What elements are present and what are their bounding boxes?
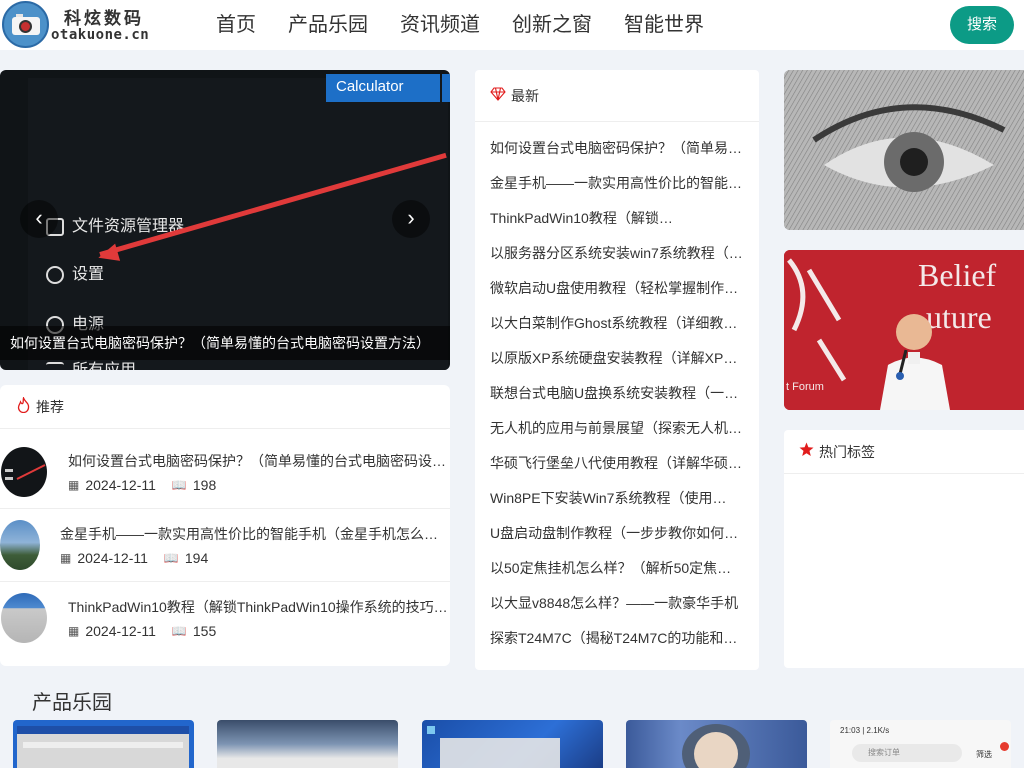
latest-list: 如何设置台式电脑密码保护？（简单易懂的台式电脑密码设置方法） 金星手机——一款实… [475, 122, 759, 656]
nav-products[interactable]: 产品乐园 [288, 12, 368, 38]
book-icon: 📖 [163, 551, 179, 565]
banknote-eye-image[interactable] [784, 70, 1024, 230]
list-item[interactable]: Win8PE下安装Win7系统教程（使用… [490, 481, 743, 516]
chevron-right-icon[interactable]: › [392, 200, 430, 238]
article-date: 2024-12-11 [85, 477, 156, 493]
book-icon: 📖 [171, 624, 187, 638]
list-item[interactable]: 以原版XP系统硬盘安装教程（详解XP系统） [490, 341, 743, 376]
svg-text:uture: uture [926, 299, 992, 335]
screenshot-settings: 设置 [46, 260, 104, 284]
list-item[interactable]: 金星手机——一款实用高性价比的智能手机 [490, 166, 743, 201]
list-item[interactable]: 如何设置台式电脑密码保护？（简单易懂的台式电脑密码设置方法） [490, 131, 743, 166]
svg-text:t Forum: t Forum [786, 381, 824, 393]
recommended-title: 推荐 [36, 398, 64, 415]
diamond-icon [490, 86, 506, 105]
screenshot-file-manager: 文件资源管理器 [46, 212, 184, 236]
site-domain: otakuone.cn [51, 27, 150, 43]
list-item[interactable]: 以大白菜制作Ghost系统教程（详细教程） [490, 306, 743, 341]
list-item[interactable]: 无人机的应用与前景展望（探索无人机技术） [490, 411, 743, 446]
flame-icon [16, 395, 31, 417]
book-icon: 📖 [171, 478, 187, 492]
product-thumbnail[interactable] [626, 720, 807, 768]
list-item[interactable]: 联想台式电脑U盘换系统安装教程（一步步） [490, 376, 743, 411]
article-date: 2024-12-11 [77, 550, 148, 566]
carousel-image: Calculator 文件资源管理器 设置 电源 所有应用 [0, 70, 450, 370]
nav-innovation[interactable]: 创新之窗 [512, 12, 592, 38]
list-item[interactable]: 金星手机——一款实用高性价比的智能手机（金星手机怎么样？性能、拍照、续航一网打尽… [0, 510, 450, 582]
nav-smart-world[interactable]: 智能世界 [624, 12, 704, 38]
list-item[interactable]: 探索T24M7C（揭秘T24M7C的功能和特点） [490, 621, 743, 656]
article-views: 155 [192, 623, 217, 639]
list-item[interactable]: 以服务器分区系统安装win7系统教程（详细步骤） [490, 236, 743, 271]
article-thumbnail[interactable] [1, 447, 47, 497]
camera-logo-icon [2, 1, 49, 48]
product-thumbnail[interactable] [217, 720, 398, 768]
list-item[interactable]: 华硕飞行堡垒八代使用教程（详解华硕电脑） [490, 446, 743, 481]
list-item[interactable]: 如何设置台式电脑密码保护？（简单易懂的台式电脑密码设置方法） ▦ 2024-12-… [0, 437, 450, 509]
article-title[interactable]: ThinkPadWin10教程（解锁ThinkPadWin10操作系统的技巧与窍… [68, 597, 448, 617]
products-section-title: 产品乐园 [32, 692, 112, 714]
nav-news[interactable]: 资讯频道 [400, 12, 480, 38]
list-item[interactable]: U盘启动盘制作教程（一步步教你如何制作） [490, 516, 743, 551]
calendar-icon: ▦ [60, 551, 72, 565]
list-item[interactable]: 以50定焦挂机怎么样？（解析50定焦… [490, 551, 743, 586]
article-thumbnail[interactable] [1, 593, 47, 643]
nav-home[interactable]: 首页 [216, 12, 256, 38]
star-icon [799, 442, 814, 461]
article-meta: ▦ 2024-12-11 📖 155 [68, 623, 216, 639]
list-item[interactable]: ThinkPadWin10教程（解锁ThinkPadWin10操作系统的技巧与窍… [0, 583, 450, 655]
article-date: 2024-12-11 [85, 623, 156, 639]
list-item[interactable]: 微软启动U盘使用教程（轻松掌握制作启动盘） [490, 271, 743, 306]
article-meta: ▦ 2024-12-11 📖 198 [68, 477, 216, 493]
list-item[interactable]: ThinkPadWin10教程（解锁… [490, 201, 743, 236]
screenshot-calculator-tile: Calculator [326, 74, 440, 102]
calendar-icon: ▦ [68, 478, 80, 492]
site-logo[interactable]: 科炫数码 otakuone.cn [0, 0, 160, 50]
article-meta: ▦ 2024-12-11 📖 194 [60, 550, 208, 566]
site-header: 科炫数码 otakuone.cn 首页 产品乐园 资讯频道 创新之窗 智能世界 … [0, 0, 1024, 50]
hot-tags-box: 热门标签 [784, 430, 1024, 668]
calendar-icon: ▦ [68, 624, 80, 638]
product-thumbnail[interactable] [422, 720, 603, 768]
article-views: 198 [192, 477, 217, 493]
carousel-caption[interactable]: 如何设置台式电脑密码保护？（简单易懂的台式电脑密码设置方法） [0, 326, 450, 360]
hot-tags-title: 热门标签 [819, 443, 875, 460]
recommended-box: 推荐 如何设置台式电脑密码保护？（简单易懂的台式电脑密码设置方法） ▦ 2024-… [0, 385, 450, 666]
list-item[interactable]: 以大显v8848怎么样？——一款豪华手机 [490, 586, 743, 621]
article-title[interactable]: 金星手机——一款实用高性价比的智能手机（金星手机怎么样？性能、拍照、续航一网打尽… [60, 524, 440, 544]
article-views: 194 [184, 550, 209, 566]
site-name: 科炫数码 [64, 9, 144, 28]
recommended-header: 推荐 [0, 385, 450, 429]
hot-tags-header: 热门标签 [784, 430, 1024, 474]
latest-header: 最新 [475, 70, 759, 122]
belief-future-forum-image[interactable]: Belief uture t Forum [784, 250, 1024, 410]
latest-title: 最新 [511, 87, 539, 104]
product-thumbnail[interactable] [13, 720, 194, 768]
chevron-left-icon[interactable]: ‹ [20, 200, 58, 238]
product-thumbnail[interactable]: 21:03 | 2.1K/s 搜索订单 筛选 [830, 720, 1011, 768]
search-button[interactable]: 搜索 [950, 6, 1014, 44]
article-thumbnail[interactable] [0, 520, 40, 570]
main-nav: 首页 产品乐园 资讯频道 创新之窗 智能世界 [216, 12, 736, 38]
svg-text:Belief: Belief [918, 257, 997, 293]
featured-carousel[interactable]: Calculator 文件资源管理器 设置 电源 所有应用 ‹ › 如何设置台式… [0, 70, 450, 370]
latest-box: 最新 如何设置台式电脑密码保护？（简单易懂的台式电脑密码设置方法） 金星手机——… [475, 70, 759, 670]
article-title[interactable]: 如何设置台式电脑密码保护？（简单易懂的台式电脑密码设置方法） [68, 451, 446, 471]
